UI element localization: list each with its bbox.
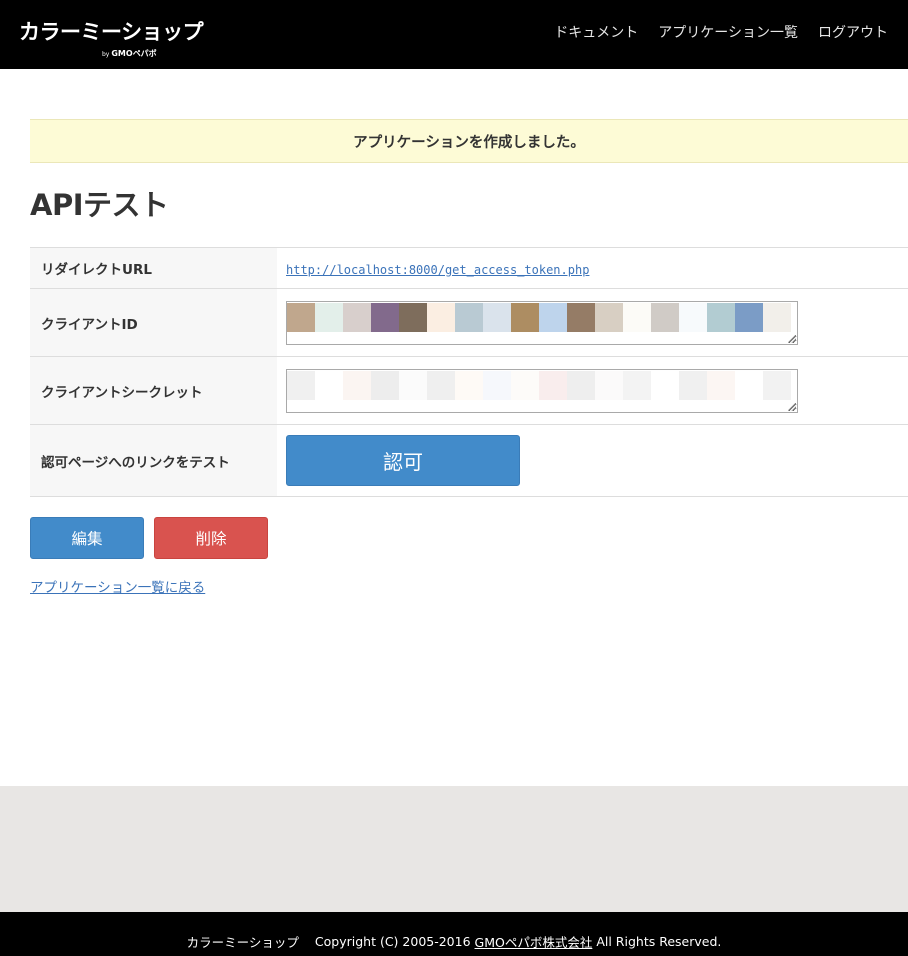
masked-pixel xyxy=(315,370,343,400)
authorize-button[interactable]: 認可 xyxy=(286,435,520,486)
header-nav: ドキュメント アプリケーション一覧 ログアウト xyxy=(554,24,888,42)
masked-pixel xyxy=(315,302,343,332)
page-title: APIテスト xyxy=(30,188,169,222)
masked-pixel xyxy=(763,370,791,400)
masked-pixel xyxy=(595,370,623,400)
client-secret-label: クライアントシークレット xyxy=(30,356,277,425)
masked-pixel xyxy=(651,370,679,400)
masked-pixel xyxy=(539,370,567,400)
client-id-masked-value xyxy=(287,302,791,332)
masked-pixel xyxy=(567,302,595,332)
masked-pixel xyxy=(595,302,623,332)
masked-pixel xyxy=(483,302,511,332)
masked-pixel xyxy=(707,370,735,400)
masked-pixel xyxy=(455,302,483,332)
masked-pixel xyxy=(511,302,539,332)
masked-pixel xyxy=(371,302,399,332)
masked-pixel xyxy=(511,370,539,400)
masked-pixel xyxy=(287,302,315,332)
masked-pixel xyxy=(455,370,483,400)
masked-pixel xyxy=(679,302,707,332)
table-row: クライアントID xyxy=(30,288,908,357)
resize-grip-icon[interactable] xyxy=(788,334,796,343)
logo-company: GMOペパボ xyxy=(111,49,157,58)
masked-pixel xyxy=(735,370,763,400)
colorme-logo[interactable]: カラーミーショップ by GMOペパボ xyxy=(19,18,204,58)
client-secret-field[interactable] xyxy=(286,368,798,413)
footer-rights: All Rights Reserved. xyxy=(596,933,722,949)
nav-logout[interactable]: ログアウト xyxy=(818,24,888,42)
table-row: リダイレクトURL http://localhost:8000/get_acce… xyxy=(30,247,908,289)
masked-pixel xyxy=(427,302,455,332)
auth-test-label: 認可ページへのリンクをテスト xyxy=(30,424,277,497)
client-secret-masked-value xyxy=(287,370,791,400)
masked-pixel xyxy=(343,370,371,400)
masked-pixel xyxy=(483,370,511,400)
top-header: カラーミーショップ by GMOペパボ ドキュメント アプリケーション一覧 ログア… xyxy=(0,0,908,69)
app-info-table: リダイレクトURL http://localhost:8000/get_acce… xyxy=(30,247,908,497)
masked-pixel xyxy=(399,302,427,332)
client-id-label: クライアントID xyxy=(30,288,277,357)
logo-by: by xyxy=(102,51,110,58)
masked-pixel xyxy=(651,302,679,332)
masked-pixel xyxy=(679,370,707,400)
masked-pixel xyxy=(735,302,763,332)
footer-spacer xyxy=(0,786,908,912)
redirect-url-label: リダイレクトURL xyxy=(30,247,277,289)
masked-pixel xyxy=(539,302,567,332)
masked-pixel xyxy=(623,302,651,332)
masked-pixel xyxy=(371,370,399,400)
masked-pixel xyxy=(287,370,315,400)
masked-pixel xyxy=(623,370,651,400)
masked-pixel xyxy=(707,302,735,332)
footer-company-link[interactable]: GMOペパボ株式会社 xyxy=(475,932,593,951)
masked-pixel xyxy=(763,302,791,332)
masked-pixel xyxy=(399,370,427,400)
masked-pixel xyxy=(427,370,455,400)
nav-applications[interactable]: アプリケーション一覧 xyxy=(658,24,798,42)
redirect-url-link[interactable]: http://localhost:8000/get_access_token.p… xyxy=(286,263,589,277)
site-footer: カラーミーショップ Copyright (C) 2005-2016 GMOペパボ… xyxy=(0,912,908,956)
logo-text: カラーミーショップ xyxy=(19,20,204,44)
masked-pixel xyxy=(567,370,595,400)
delete-button[interactable]: 削除 xyxy=(154,517,268,559)
logo-byline: by GMOペパボ xyxy=(102,48,157,59)
footer-copyright: Copyright (C) 2005-2016 xyxy=(314,933,471,949)
nav-documents[interactable]: ドキュメント xyxy=(554,24,638,42)
table-row: クライアントシークレット xyxy=(30,356,908,425)
table-row: 認可ページへのリンクをテスト 認可 xyxy=(30,424,908,497)
resize-grip-icon[interactable] xyxy=(788,402,796,411)
client-id-field[interactable] xyxy=(286,300,798,345)
edit-button[interactable]: 編集 xyxy=(30,517,144,559)
success-notice: アプリケーションを作成しました。 xyxy=(30,119,908,163)
masked-pixel xyxy=(343,302,371,332)
back-to-app-list-link[interactable]: アプリケーション一覧に戻る xyxy=(30,579,205,597)
footer-brand: カラーミーショップ xyxy=(186,934,299,950)
